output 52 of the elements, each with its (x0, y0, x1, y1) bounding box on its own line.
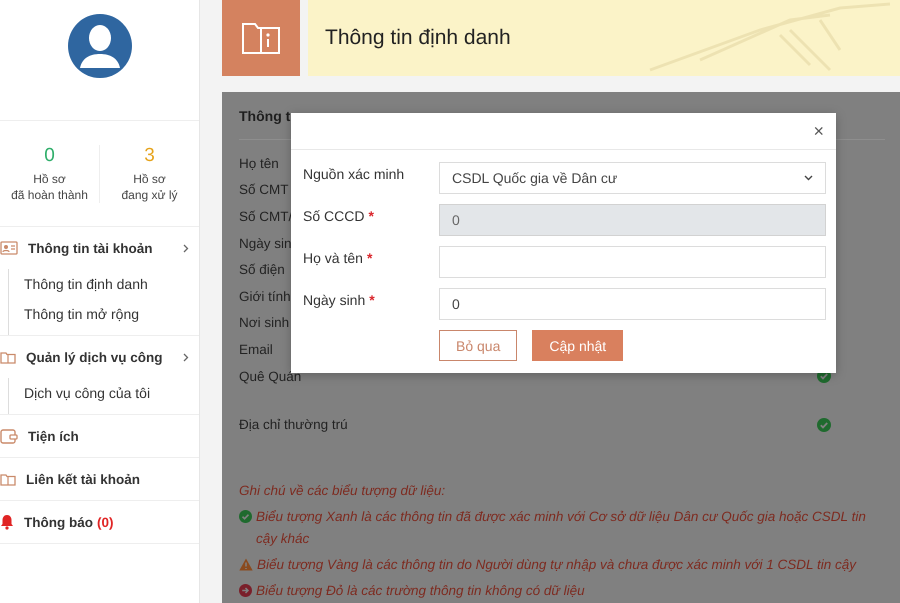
submenu-item[interactable]: Dịch vụ công của tôi (9, 378, 199, 408)
required-mark: * (366, 250, 372, 266)
form-label: Nguồn xác minh (303, 166, 404, 182)
warning-triangle-icon (239, 558, 253, 571)
check-circle-icon (239, 510, 252, 523)
folder-info-icon (241, 21, 281, 55)
field-label: Giới tính (239, 288, 291, 304)
menu-item[interactable]: Thông báo (24, 514, 93, 530)
field-label: Họ tên (239, 156, 279, 171)
field-label: Ngày sin (239, 236, 292, 251)
menu-item[interactable]: Thông tin tài khoản (28, 240, 152, 256)
stat-label: Hồ sơ đang xử lý (121, 170, 178, 202)
note-text: Biểu tượng Đỏ là các trường thông tin không có dữ liệu (256, 582, 585, 600)
close-button[interactable]: × (809, 120, 828, 142)
submenu-item[interactable]: Thông tin mở rộng (9, 299, 199, 329)
avatar-icon (68, 14, 132, 78)
text-field[interactable]: 0 (439, 288, 826, 320)
field-label: Email (239, 342, 273, 357)
note-text: Biểu tượng Vàng là các thông tin do Người dùng tự nhập và chưa được xác minh với 1 CSDL tin cậy (257, 556, 856, 574)
form-label: Số CCCD (303, 208, 364, 224)
field-label: Số CMT/ (239, 208, 292, 224)
note-text: Biểu tượng Xanh là các thông tin đã được xác minh với Cơ sở dữ liệu Dân cư Quốc gia hoặc CSDL tin cậy khác (256, 508, 867, 548)
field-label: Số điện (239, 262, 285, 278)
field-label: Nơi sinh (239, 315, 290, 330)
page-title: Thông tin định danh (325, 26, 511, 50)
source-dropdown[interactable]: CSDL Quốc gia về Dân cư (439, 162, 826, 194)
menu-item[interactable]: Quản lý dịch vụ công (26, 350, 163, 364)
bell-icon (0, 514, 14, 530)
submenu-item[interactable]: Thông tin định danh (9, 269, 199, 299)
text-field[interactable] (439, 246, 826, 278)
field-label: Quê Quán (239, 368, 302, 384)
notification-count: (0) (96, 514, 114, 530)
stat-label: Hồ sơ đã hoàn thành (11, 170, 88, 202)
arrow-circle-icon (239, 584, 252, 597)
stat-count: 3 (144, 144, 155, 166)
form-label: Ngày sinh (303, 292, 366, 308)
field-label: Địa chỉ thường trú (239, 417, 348, 432)
section-title: Thông t (239, 107, 292, 126)
chevron-right-icon (183, 244, 189, 252)
menu-item[interactable]: Tiện ích (28, 428, 79, 444)
stat-count: 0 (44, 144, 55, 166)
menu-item[interactable]: Liên kết tài khoản (26, 472, 140, 486)
form-label: Họ và tên (303, 250, 363, 266)
required-mark: * (369, 292, 375, 308)
folder-icon (0, 350, 16, 364)
chevron-down-icon (804, 175, 813, 181)
folder-icon (0, 472, 16, 486)
notes-heading: Ghi chú về các biểu tượng dữ liệu: (239, 482, 446, 500)
id-card-icon (0, 241, 18, 255)
field-label: Số CMT (239, 182, 289, 198)
chevron-right-icon (183, 352, 189, 362)
required-mark: * (368, 208, 374, 224)
